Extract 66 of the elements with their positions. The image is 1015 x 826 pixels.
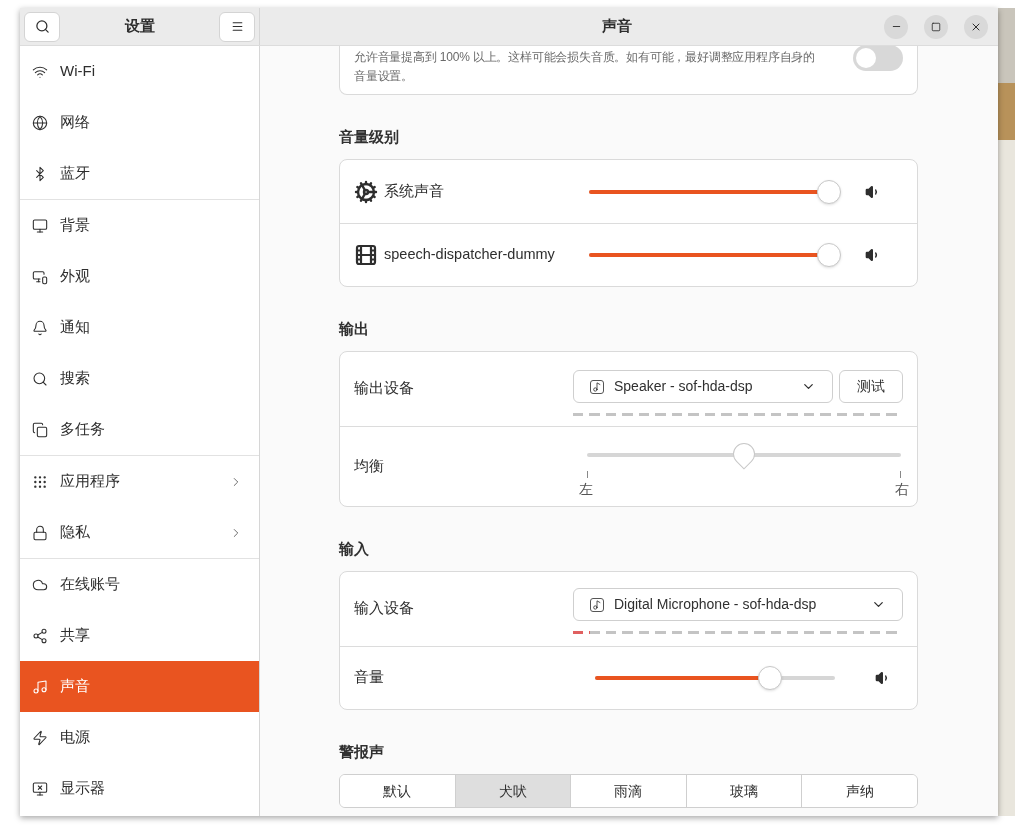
lock-icon — [32, 524, 48, 541]
segment-tab[interactable]: 雨滴 — [570, 775, 686, 807]
search-icon — [32, 370, 48, 387]
maximize-button[interactable] — [924, 14, 948, 39]
sidebar-item[interactable]: Wi-Fi — [20, 46, 259, 97]
slider-handle[interactable] — [817, 243, 841, 267]
app-name: speech-dispatcher-dummy — [384, 245, 556, 265]
display-icon — [32, 780, 48, 797]
close-button[interactable] — [964, 14, 988, 39]
sidebar-item[interactable]: 在线账号 — [20, 559, 259, 610]
power-icon — [32, 729, 48, 746]
sidebar-item[interactable]: 网络 — [20, 97, 259, 148]
sidebar-item[interactable]: 共享 — [20, 610, 259, 661]
music-note-icon — [32, 678, 48, 695]
sidebar-item[interactable]: 外观 — [20, 251, 259, 302]
scale-label: 左 — [579, 480, 593, 498]
sidebar-item[interactable]: 显示器 — [20, 763, 259, 814]
row-label: 输入设备 — [354, 599, 415, 619]
sidebar-item[interactable]: 隐私 — [20, 507, 259, 558]
minimize-button[interactable] — [884, 14, 908, 39]
windows-icon — [32, 421, 48, 438]
film-icon — [354, 243, 378, 267]
sidebar-item[interactable]: 背景 — [20, 200, 259, 251]
music-note-icon — [590, 379, 604, 394]
segment-tab[interactable]: 玻璃 — [685, 775, 802, 807]
device-dropdown[interactable]: Speaker - sof-hda-dsp — [573, 370, 833, 403]
slider-handle[interactable] — [817, 179, 841, 204]
sidebar-item[interactable]: 搜索 — [20, 353, 259, 404]
section-heading: 音量级别 — [339, 127, 400, 147]
sidebar-item[interactable]: 应用程序 — [20, 456, 259, 507]
section-heading: 输入 — [339, 539, 370, 559]
section-heading: 警报声 — [339, 742, 385, 762]
toggle-switch[interactable] — [853, 46, 903, 71]
slider-handle[interactable] — [758, 666, 783, 690]
menu-button[interactable] — [219, 11, 255, 42]
search-button[interactable] — [24, 11, 60, 42]
search-icon — [34, 19, 50, 34]
monitor-icon — [32, 217, 48, 234]
sidebar-item[interactable]: 通知 — [20, 302, 259, 353]
sidebar-item[interactable]: 蓝牙 — [20, 148, 259, 199]
sidebar-item[interactable]: 声音 — [20, 661, 259, 712]
test-button[interactable]: 测试 — [839, 370, 903, 403]
screens-icon — [32, 268, 48, 285]
section-heading: 输出 — [339, 319, 370, 339]
music-note-icon — [590, 597, 604, 612]
maximize-icon — [931, 21, 941, 32]
segment-tab[interactable]: 默认 — [340, 775, 455, 807]
grid-icon — [32, 473, 48, 490]
share-icon — [32, 627, 48, 644]
bell-icon — [32, 319, 48, 336]
row-label: 均衡 — [354, 456, 385, 476]
overamplification-description: 允许音量提高到 100% 以上。这样可能会损失音质。如有可能，最好调整应用程序自身的音量设置。 — [354, 49, 816, 85]
cog-icon — [354, 179, 378, 204]
menu-icon — [230, 20, 244, 33]
sidebar-item[interactable]: 多任务 — [20, 404, 259, 455]
sidebar-title: 设置 — [124, 16, 155, 37]
row-label: 音量 — [354, 668, 385, 688]
row-label: 输出设备 — [354, 379, 415, 399]
app-name: 系统声音 — [384, 181, 445, 201]
sidebar-item[interactable]: 电源 — [20, 712, 259, 763]
window-title: 声音 — [601, 16, 633, 37]
device-dropdown[interactable]: Digital Microphone - sof-hda-dsp — [573, 588, 903, 621]
globe-icon — [32, 114, 48, 131]
segment-tab[interactable]: 犬吠 — [454, 775, 571, 807]
scale-label: 右 — [895, 480, 909, 498]
segment-tab[interactable]: 声纳 — [801, 775, 917, 807]
